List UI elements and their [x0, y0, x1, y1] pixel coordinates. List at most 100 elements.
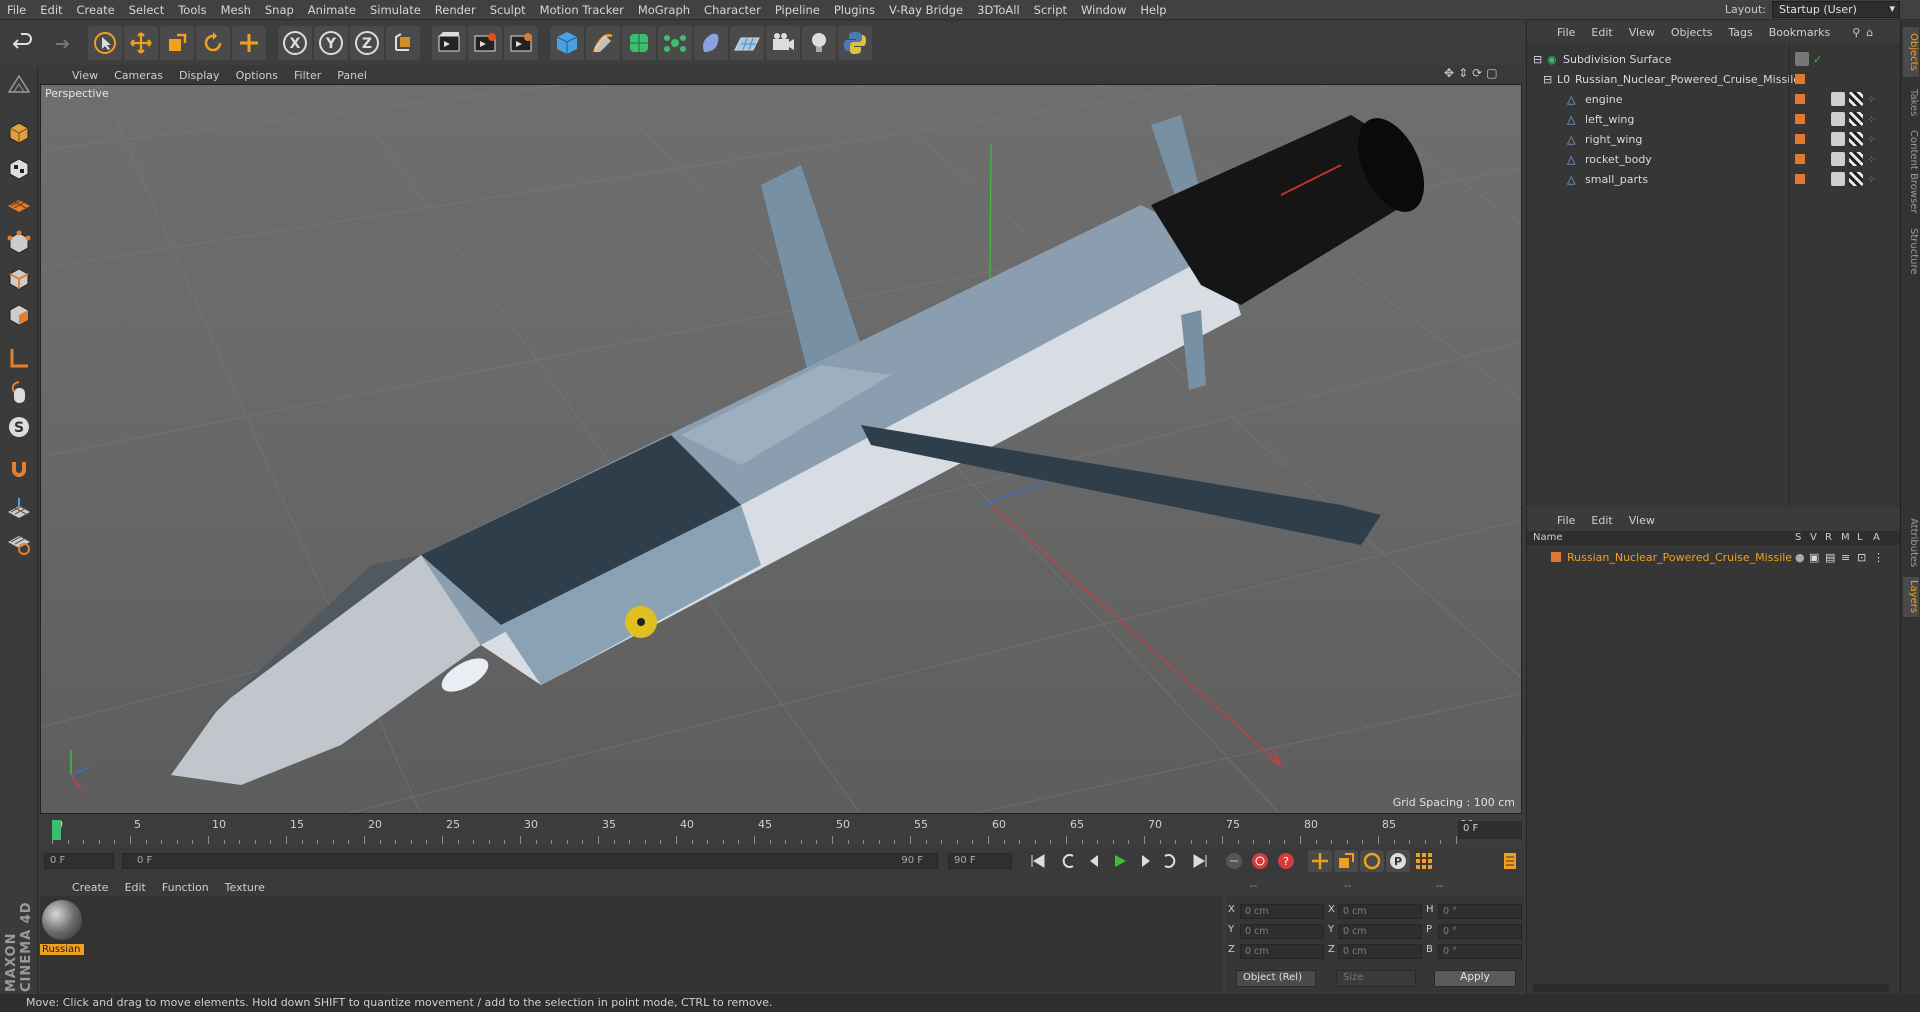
object-name[interactable]: small_parts: [1585, 173, 1648, 186]
uvw-tag-icon[interactable]: [1849, 132, 1863, 146]
layout-dropdown[interactable]: Startup (User): [1772, 1, 1900, 18]
play-icon[interactable]: [1108, 850, 1132, 872]
object-name[interactable]: right_wing: [1585, 133, 1642, 146]
viewport-menu-view[interactable]: View: [64, 69, 106, 82]
material-menu-texture[interactable]: Texture: [217, 881, 273, 894]
layer-col-render[interactable]: R: [1825, 532, 1832, 543]
workplane-mode-icon[interactable]: [4, 190, 34, 220]
menu-render[interactable]: Render: [428, 3, 483, 17]
edges-mode-icon[interactable]: [4, 264, 34, 294]
live-selection-icon[interactable]: [232, 26, 266, 60]
layer-menu-file[interactable]: File: [1549, 514, 1583, 527]
material-menu-create[interactable]: Create: [64, 881, 117, 894]
object-menu-tags[interactable]: Tags: [1720, 26, 1760, 39]
select-arrow-icon[interactable]: [88, 26, 122, 60]
viewport-menu-cameras[interactable]: Cameras: [106, 69, 171, 82]
snap-icon[interactable]: S: [4, 412, 34, 442]
layer-color-dot[interactable]: [1795, 114, 1805, 124]
object-row[interactable]: △ rocket_body ⁘: [1527, 149, 1901, 169]
viewport-menu-panel[interactable]: Panel: [329, 69, 375, 82]
light-icon[interactable]: [802, 26, 836, 60]
undo-icon[interactable]: [6, 26, 40, 60]
coord-size-z-field[interactable]: 0 cm: [1338, 944, 1422, 959]
layer-solo-icon[interactable]: ●: [1795, 551, 1805, 564]
layer-menu-view[interactable]: View: [1621, 514, 1663, 527]
menu-vray-bridge[interactable]: V-Ray Bridge: [882, 3, 970, 17]
object-menu-edit[interactable]: Edit: [1583, 26, 1620, 39]
texture-mode-icon[interactable]: [4, 154, 34, 184]
coord-rot-h-field[interactable]: 0 °: [1438, 904, 1522, 919]
object-row[interactable]: △ engine ⁘: [1527, 89, 1901, 109]
selection-tag-icon[interactable]: ⁘: [1867, 173, 1876, 186]
layer-animation-icon[interactable]: ⋮: [1873, 551, 1884, 564]
coordinate-mode-dropdown[interactable]: Object (Rel): [1236, 970, 1316, 987]
coord-size-y-field[interactable]: 0 cm: [1338, 924, 1422, 939]
material-menu-edit[interactable]: Edit: [117, 881, 154, 894]
scale-icon[interactable]: [160, 26, 194, 60]
selection-tag-icon[interactable]: ⁘: [1867, 113, 1876, 126]
uvw-tag-icon[interactable]: [1849, 112, 1863, 126]
layer-row[interactable]: Russian_Nuclear_Powered_Cruise_Missile ●…: [1527, 547, 1901, 567]
viewport-rotate-icon[interactable]: ⟳: [1472, 66, 1482, 80]
object-menu-objects[interactable]: Objects: [1663, 26, 1721, 39]
menu-create[interactable]: Create: [70, 3, 122, 17]
material-tag-icon[interactable]: [1831, 92, 1845, 106]
next-frame-icon[interactable]: [1134, 850, 1158, 872]
menu-tools[interactable]: Tools: [171, 3, 213, 17]
perspective-viewport[interactable]: Perspective Grid Spacing : 100 cm: [40, 84, 1522, 814]
layer-color-dot[interactable]: [1795, 134, 1805, 144]
current-frame-field[interactable]: 0 F: [1458, 821, 1522, 839]
layer-color-dot[interactable]: [1795, 174, 1805, 184]
menu-window[interactable]: Window: [1074, 3, 1133, 17]
coordinate-size-dropdown[interactable]: Size: [1336, 970, 1416, 987]
selection-tag-icon[interactable]: ⁘: [1867, 93, 1876, 106]
object-menu-file[interactable]: File: [1549, 26, 1583, 39]
render-view-icon[interactable]: [432, 26, 466, 60]
object-row[interactable]: △ right_wing ⁘: [1527, 129, 1901, 149]
axis-mode-icon[interactable]: [4, 344, 34, 374]
selection-tag-icon[interactable]: ⁘: [1867, 133, 1876, 146]
layer-color-dot[interactable]: [1795, 154, 1805, 164]
move-icon[interactable]: [124, 26, 158, 60]
viewport-camera-label[interactable]: Perspective: [45, 87, 109, 100]
selection-tag-icon[interactable]: ⁘: [1867, 153, 1876, 166]
x-axis-lock-icon[interactable]: X: [278, 26, 312, 60]
uvw-tag-icon[interactable]: [1849, 152, 1863, 166]
layer-view-icon[interactable]: ▣: [1809, 551, 1819, 564]
object-row[interactable]: ⊟ ◉ Subdivision Surface ✓: [1527, 49, 1901, 69]
tab-objects[interactable]: Objects: [1903, 27, 1919, 77]
coord-pos-x-field[interactable]: 0 cm: [1240, 904, 1324, 919]
viewport-dolly-icon[interactable]: ⇕: [1458, 66, 1468, 80]
object-menu-bookmarks[interactable]: Bookmarks: [1761, 26, 1838, 39]
layer-menu-edit[interactable]: Edit: [1583, 514, 1620, 527]
material-swatch[interactable]: Russian: [40, 896, 86, 958]
layer-col-name[interactable]: Name: [1533, 532, 1563, 543]
layer-col-manager[interactable]: M: [1841, 532, 1850, 543]
coord-size-x-field[interactable]: 0 cm: [1338, 904, 1422, 919]
y-axis-lock-icon[interactable]: Y: [314, 26, 348, 60]
z-axis-lock-icon[interactable]: Z: [350, 26, 384, 60]
model-mode-icon[interactable]: [4, 118, 34, 148]
menu-simulate[interactable]: Simulate: [363, 3, 428, 17]
uvw-tag-icon[interactable]: [1849, 172, 1863, 186]
tab-takes[interactable]: Takes: [1903, 83, 1919, 123]
floor-icon[interactable]: [730, 26, 764, 60]
object-row[interactable]: △ left_wing ⁘: [1527, 109, 1901, 129]
layer-horizontal-scrollbar[interactable]: [1533, 984, 1889, 992]
subdivision-surface-icon[interactable]: [622, 26, 656, 60]
keyframe-selection-icon[interactable]: ?: [1274, 850, 1298, 872]
record-rotation-icon[interactable]: [1360, 850, 1384, 872]
menu-motion-tracker[interactable]: Motion Tracker: [533, 3, 631, 17]
timeline-ruler[interactable]: 051015202530354045505560657075808590 0 F: [40, 816, 1524, 846]
object-name[interactable]: left_wing: [1585, 113, 1634, 126]
redo-icon[interactable]: [42, 26, 76, 60]
layer-manager-icon[interactable]: ≡: [1841, 551, 1850, 564]
autokeying-icon[interactable]: [1248, 850, 1272, 872]
viewport-menu-display[interactable]: Display: [171, 69, 228, 82]
coordinate-system-icon[interactable]: [386, 26, 420, 60]
next-key-icon[interactable]: [1158, 850, 1182, 872]
make-editable-icon[interactable]: [4, 70, 34, 100]
layer-color-swatch[interactable]: [1551, 552, 1561, 562]
cube-primitive-icon[interactable]: [550, 26, 584, 60]
object-row[interactable]: ⊟ L0 Russian_Nuclear_Powered_Cruise_Miss…: [1527, 69, 1901, 89]
